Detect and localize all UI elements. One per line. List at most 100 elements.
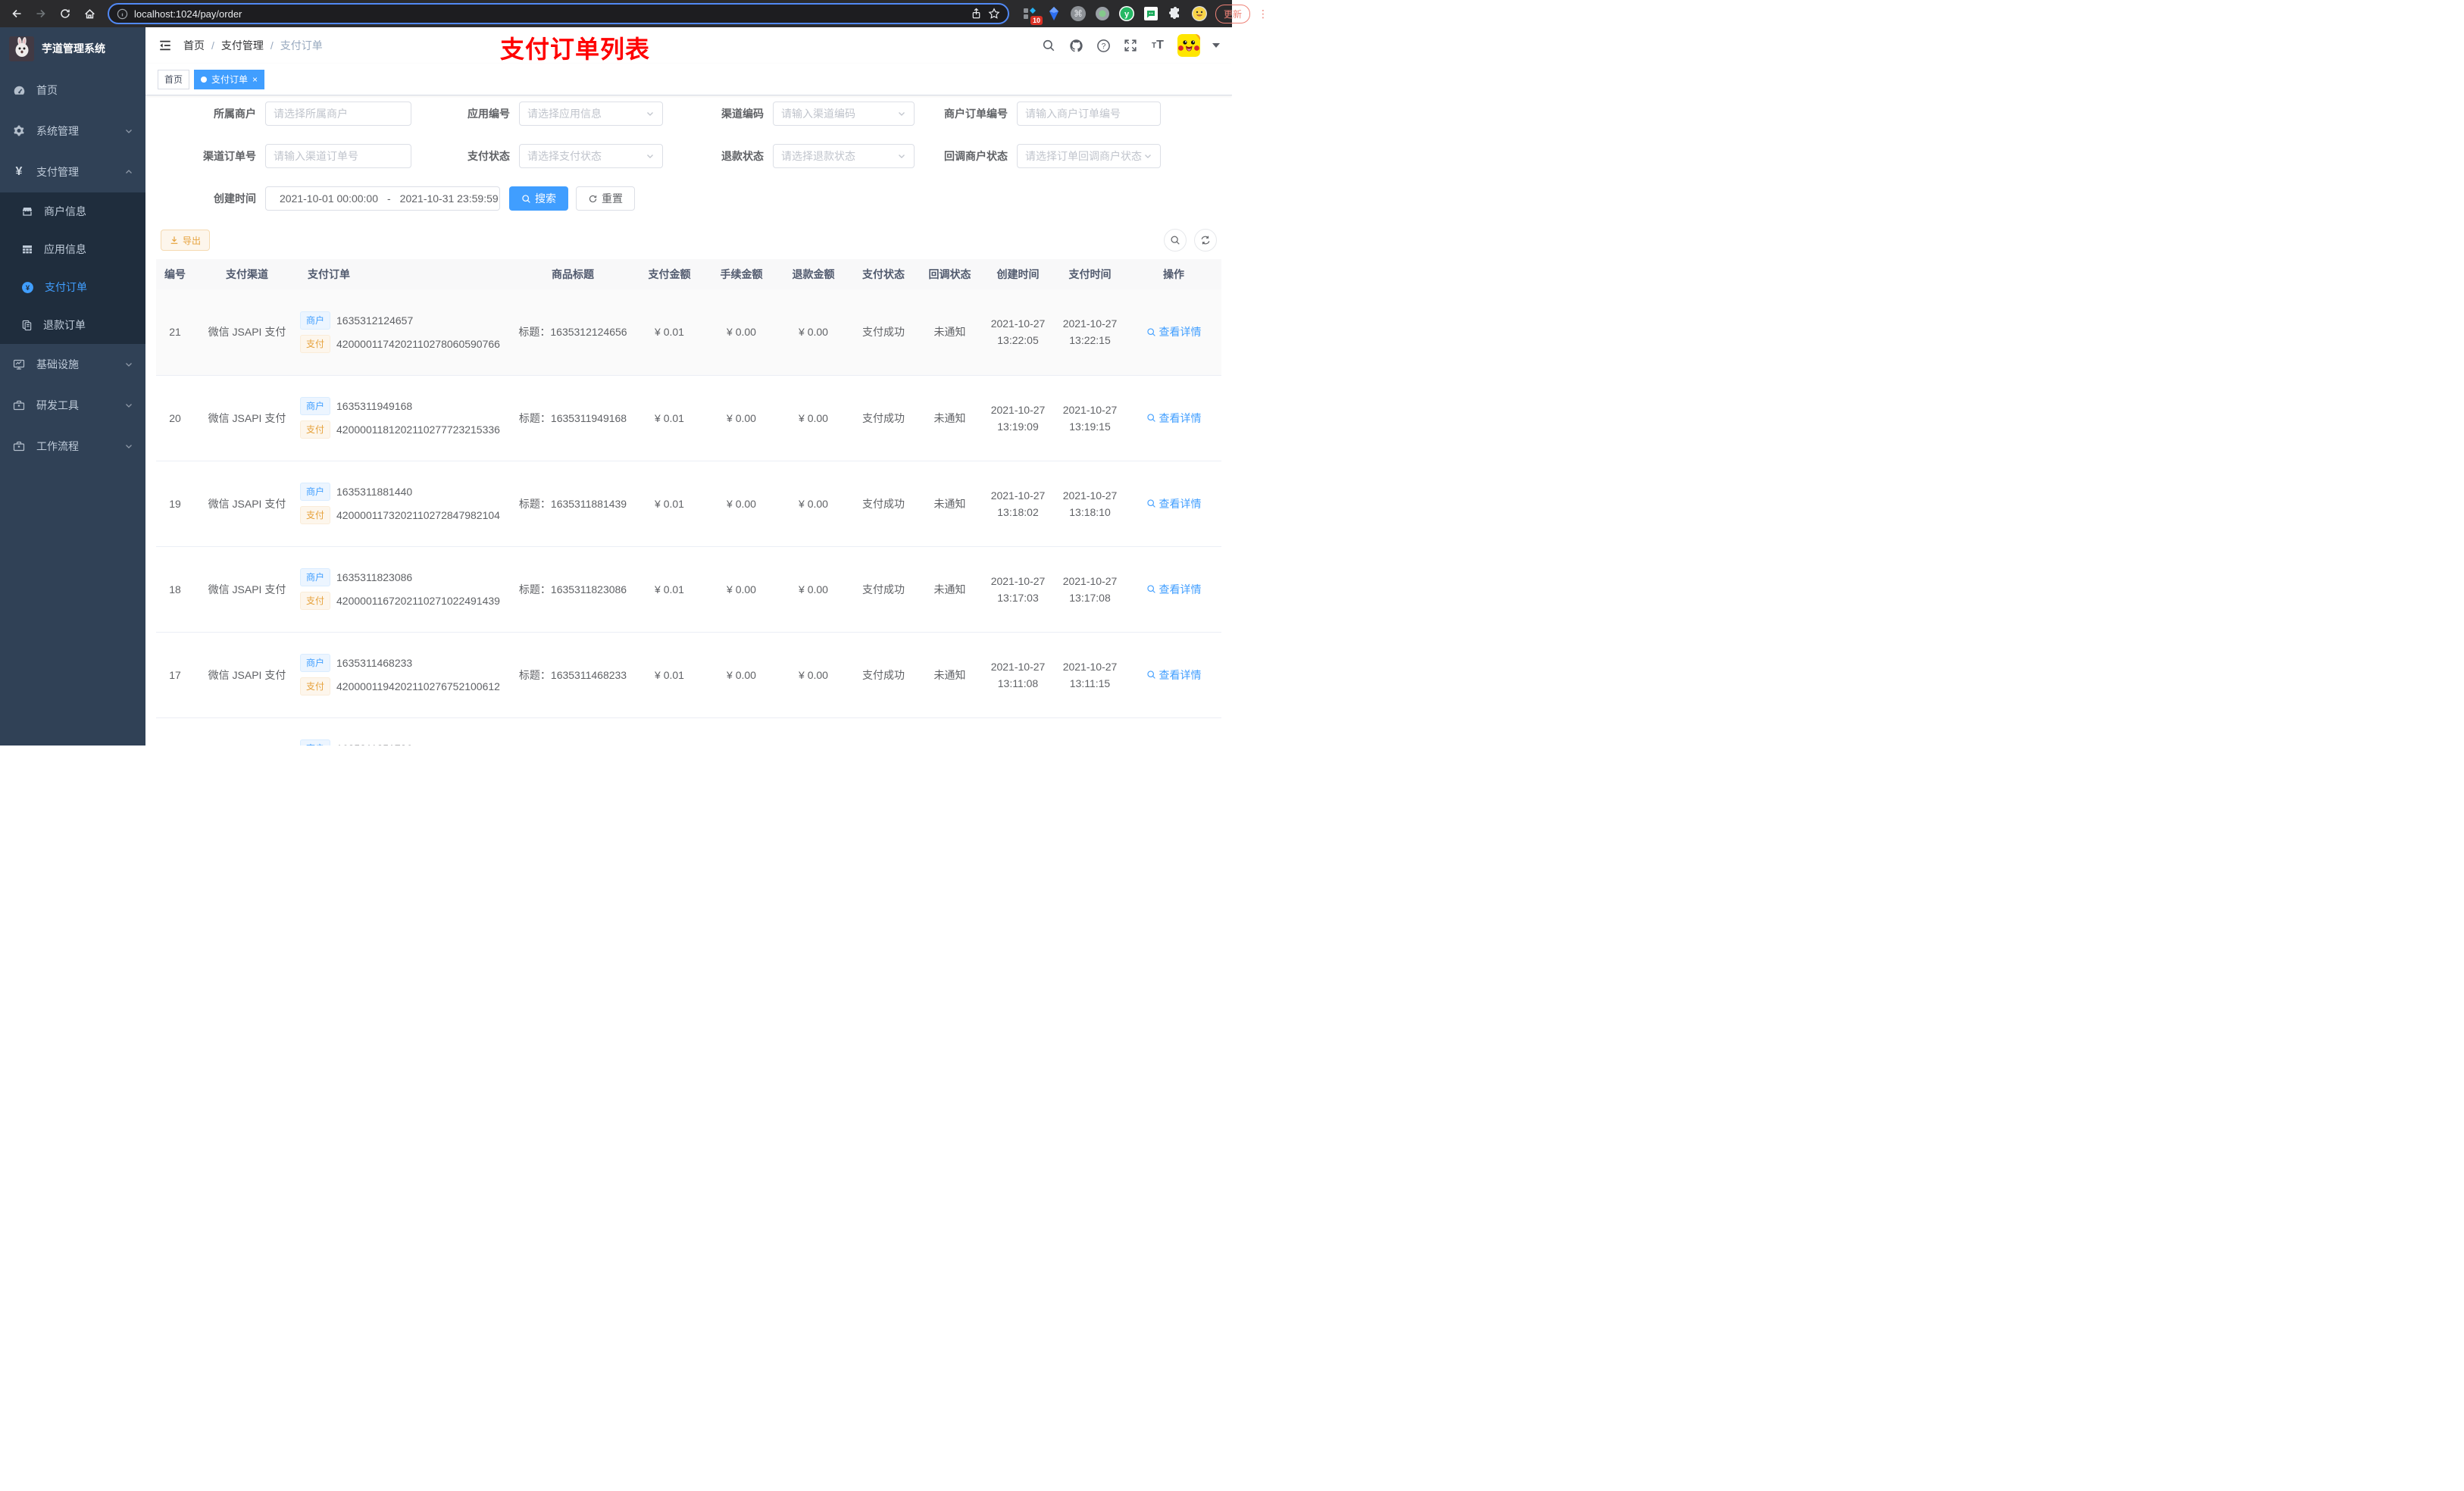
fullscreen-icon[interactable]: [1123, 38, 1138, 53]
pay-tag: 支付: [300, 677, 331, 695]
extensions-puzzle-icon[interactable]: [1167, 5, 1184, 22]
sidebar-item-app-info[interactable]: 应用信息: [0, 230, 145, 268]
callback-status-select[interactable]: 请选择订单回调商户状态: [1017, 144, 1161, 168]
breadcrumb-payment[interactable]: 支付管理: [221, 38, 264, 53]
cell-pay-status: 支付成功: [862, 583, 905, 595]
sidebar-item-payment[interactable]: ¥ 支付管理: [0, 152, 145, 192]
search-button[interactable]: 搜索: [509, 186, 568, 211]
pay-status-select[interactable]: 请选择支付状态: [519, 144, 663, 168]
refund-status-select[interactable]: 请选择退款状态: [773, 144, 915, 168]
sidebar-item-home[interactable]: 首页: [0, 70, 145, 111]
merchant-tag: 商户: [300, 397, 331, 415]
cell-notify-status: [918, 717, 982, 746]
cell-refund: ¥ 0.00: [799, 668, 828, 681]
browser-address-bar[interactable]: localhost:1024/pay/order: [108, 3, 1009, 24]
view-detail-link[interactable]: 查看详情: [1146, 411, 1202, 426]
cell-amount: ¥ 0.01: [655, 411, 684, 424]
share-icon[interactable]: [971, 8, 982, 20]
cell-refund: [777, 717, 849, 746]
tab-home[interactable]: 首页: [158, 69, 190, 89]
sidebar-item-system[interactable]: 系统管理: [0, 111, 145, 152]
merchant-tag: 商户: [300, 568, 331, 586]
sidebar-item-merchant-info[interactable]: 商户信息: [0, 192, 145, 230]
url-text[interactable]: localhost:1024/pay/order: [134, 8, 965, 20]
sidebar-item-pay-order[interactable]: ¥ 支付订单: [0, 268, 145, 306]
chevron-down-icon: [899, 155, 905, 158]
col-fee: 手续金额: [705, 259, 777, 289]
merchant-input[interactable]: [265, 102, 411, 126]
col-refund: 退款金额: [777, 259, 849, 289]
view-detail-link[interactable]: 查看详情: [1146, 582, 1202, 597]
channel-code-select[interactable]: 请输入渠道编码: [773, 102, 915, 126]
chrome-update-button[interactable]: 更新: [1215, 4, 1251, 23]
cell-notify-status: 未通知: [933, 668, 966, 681]
refresh-table-icon[interactable]: [1194, 229, 1217, 252]
extension-chat-icon[interactable]: [1143, 5, 1159, 22]
channel-order-no: 4200001167202110271022491439: [336, 595, 500, 607]
cell-actions: 查看详情: [1126, 375, 1221, 461]
browser-forward-icon[interactable]: [32, 5, 50, 23]
cell-pay-time: 2021-10-27 13:11:15: [1062, 660, 1118, 689]
github-icon[interactable]: [1068, 38, 1083, 53]
avatar-caret-icon[interactable]: [1212, 43, 1220, 48]
reset-button[interactable]: 重置: [576, 186, 635, 211]
export-button[interactable]: 导出: [161, 230, 211, 251]
breadcrumb-home[interactable]: 首页: [183, 38, 205, 53]
cell-actions: 查看详情: [1126, 717, 1221, 746]
sidebar-item-infra[interactable]: 基础设施: [0, 344, 145, 385]
bookmark-star-icon[interactable]: [988, 8, 1000, 20]
channel-order-no-input[interactable]: [265, 144, 411, 168]
cell-refund: ¥ 0.00: [799, 583, 828, 595]
cell-actions: 查看详情: [1126, 289, 1221, 375]
extension-y-icon[interactable]: y: [1118, 5, 1135, 22]
help-icon[interactable]: ?: [1096, 38, 1111, 53]
browser-back-icon[interactable]: [8, 5, 26, 23]
app-select[interactable]: 请选择应用信息: [519, 102, 663, 126]
filter-label: 回调商户状态: [944, 150, 1008, 162]
extension-badge: 10: [1030, 16, 1043, 25]
search-icon[interactable]: [1041, 38, 1056, 53]
tab-pay-order[interactable]: 支付订单 ×: [194, 69, 265, 89]
user-avatar[interactable]: [1177, 34, 1200, 57]
sidebar-item-devtools[interactable]: 研发工具: [0, 385, 145, 426]
cell-pay-status: 支付成功: [862, 668, 905, 681]
sidebar-fold-icon[interactable]: [158, 38, 173, 53]
sidebar-item-label: 首页: [36, 84, 58, 96]
browser-menu-icon[interactable]: ⋮: [1258, 8, 1268, 19]
sidebar-item-refund-order[interactable]: 退款订单: [0, 306, 145, 344]
breadcrumb-current: 支付订单: [280, 39, 323, 52]
extension-tabs-icon[interactable]: 10: [1021, 5, 1043, 25]
toggle-search-icon[interactable]: [1164, 229, 1187, 252]
tags-view-bar: 首页 支付订单 ×: [145, 64, 1232, 95]
col-title: 商品标题: [512, 259, 633, 289]
extension-command-icon[interactable]: ⌘: [1070, 5, 1087, 22]
cell-notify-status: 未通知: [933, 411, 966, 424]
search-icon: [522, 194, 530, 203]
site-info-icon[interactable]: [117, 8, 128, 20]
merchant-order-no: 1635311881440: [336, 486, 413, 498]
extension-kite-icon[interactable]: [1046, 5, 1062, 22]
tab-close-icon[interactable]: ×: [252, 74, 258, 85]
view-detail-link[interactable]: 查看详情: [1146, 324, 1202, 339]
browser-home-icon[interactable]: [80, 5, 98, 23]
date-start: 2021-10-01 00:00:00: [280, 192, 378, 205]
sidebar-logo[interactable]: 芋道管理系统: [0, 27, 145, 70]
pay-tag: 支付: [300, 420, 331, 439]
extension-record-icon[interactable]: [1094, 5, 1111, 22]
merchant-tag: 商户: [300, 311, 331, 330]
sidebar-item-label: 商户信息: [44, 205, 86, 217]
merchant-order-no-input[interactable]: [1017, 102, 1161, 126]
profile-avatar-icon[interactable]: [1191, 5, 1208, 22]
chevron-down-icon: [124, 127, 133, 136]
view-detail-link[interactable]: 查看详情: [1146, 667, 1202, 683]
pay-tag: 支付: [300, 506, 331, 524]
browser-reload-icon[interactable]: [56, 5, 74, 23]
annotation-title: 支付订单列表: [500, 36, 651, 63]
sidebar-item-workflow[interactable]: 工作流程: [0, 426, 145, 467]
sidebar-item-label: 支付订单: [45, 281, 87, 293]
view-detail-link[interactable]: 查看详情: [1146, 496, 1202, 511]
cell-channel: 微信 JSAPI 支付: [208, 583, 286, 595]
create-time-range-picker[interactable]: 2021-10-01 00:00:00 - 2021-10-31 23:59:5…: [265, 186, 500, 211]
font-size-icon[interactable]: TT: [1150, 38, 1165, 53]
merchant-order-no: 1635311823086: [336, 571, 413, 583]
